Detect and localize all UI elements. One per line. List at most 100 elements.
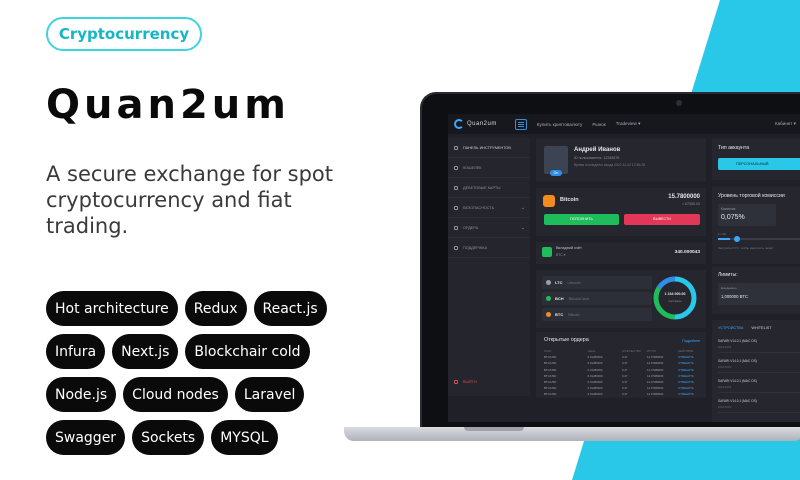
asset-row-bch[interactable]: BCH BitcoinCash [542,292,652,305]
table-cell: 14.07380000 [646,361,664,366]
menu-toggle-icon[interactable] [514,118,527,130]
cabinet-dropdown[interactable]: Кабинет ▾ [775,121,796,127]
laptop-notch [464,427,524,431]
column-header: ЦЕНА [587,349,596,354]
deposit-button[interactable]: ПОПОЛНИТЬ [544,214,619,225]
table-cell: 14.07380000 [646,392,664,397]
cancel-order-button[interactable]: ОТМЕНИТЬ [678,380,700,384]
tab-devices[interactable]: УСТРОЙСТВА [718,326,743,330]
savings-icon [542,247,552,257]
devices-card: УСТРОЙСТВА WHITELIST SAFARI V14.0.1 (MAC… [712,320,800,422]
sidebar-item-wallet[interactable]: КОШЕЛЁК [448,158,530,178]
tech-tag-row: Node.js Cloud nodes Laravel [46,377,346,412]
asset-code: BCH [555,296,564,301]
account-type-button[interactable]: ПЕРСОНАЛЬНЫЙ [718,158,800,170]
limits-card: Лимиты: Ежедневно 1,000000 BTC [712,266,800,314]
cancel-order-button[interactable]: ОТМЕНИТЬ [678,386,700,390]
cancel-order-button[interactable]: ОТМЕНИТЬ [678,392,700,396]
coin-selector[interactable]: Bitcoin [560,197,579,203]
fee-level-slider-handle[interactable] [734,236,740,242]
table-cell: 0.47 [621,355,628,360]
bitcoincash-icon [546,296,551,301]
cancel-order-button[interactable]: ОТМЕНИТЬ [678,374,700,378]
logout-label: ВЫЙТИ [463,380,477,384]
app-sidebar: ПАНЕЛЬ ИНСТРУМЕНТОВ КОШЕЛЁК ДЕБЕТОВЫЕ КА… [448,138,530,396]
app-logo[interactable]: Quan2um [454,119,497,129]
limits-value: 1,000000 BTC [721,294,749,299]
fee-label: Комиссия [721,207,736,211]
withdraw-button[interactable]: ВЫВЕСТИ [624,214,700,225]
sidebar-item-label: КОШЕЛЁК [463,165,482,170]
sidebar-item-debit-cards[interactable]: ДЕБЕТОВЫЕ КАРТЫ [448,178,530,198]
donut-chart [653,276,697,320]
tech-tag-row: Swagger Sockets MYSQL [46,420,346,455]
device-name: SAFARI V14.0.1 (MAC OS) [718,359,757,363]
wallet-icon [454,165,458,170]
table-cell: 0.47 [621,361,628,366]
savings-currency-select[interactable]: BTC ▾ [556,253,565,257]
online-status-badge: On [550,170,562,176]
tab-whitelist[interactable]: WHITELIST [751,326,771,330]
sidebar-item-security[interactable]: БЕЗОПАСНОСТЬ ⌄ [448,198,530,218]
asset-name: Litecoin [567,280,581,285]
sidebar-item-orders[interactable]: ОРДЕРА ⌄ [448,218,530,238]
sidebar-item-label: ДЕБЕТОВЫЕ КАРТЫ [463,185,501,190]
limits-title: Лимиты: [718,272,738,278]
sidebar-item-dashboard[interactable]: ПАНЕЛЬ ИНСТРУМЕНТОВ [448,138,530,158]
table-cell: 0.01280000 [587,386,603,391]
tech-tag: Blockchair cold [185,334,310,369]
device-name: SAFARI V14.0.1 (MAC OS) [718,339,757,343]
orders-title: Открытые ордера [544,337,589,343]
app-topbar: Quan2um Купить криптовалюту Рынок Tradev… [448,114,800,134]
nav-market[interactable]: Рынок [592,122,605,127]
coin-fiat-value: ≈ 67350.00 [682,202,700,206]
sidebar-item-support[interactable]: ПОДДЕРЖКА [448,238,530,258]
table-cell: BTC/USD [544,355,557,360]
tech-tag-row: Hot architecture Redux React.js [46,291,346,326]
tech-tag: MYSQL [211,420,278,455]
cancel-order-button[interactable]: ОТМЕНИТЬ [678,368,700,372]
fee-note: Загрузите KYC, чтобы увеличить лимит [718,246,774,250]
account-type-card: Тип аккаунта ПЕРСОНАЛЬНЫЙ [712,138,800,180]
table-cell: BTC/USD [544,392,557,397]
exchange-dashboard: Quan2um Купить криптовалюту Рынок Tradev… [448,114,800,422]
logout-button[interactable]: ВЫЙТИ [454,380,477,384]
account-type-title: Тип аккаунта [718,145,750,151]
table-cell: 0.01280000 [587,380,603,385]
asset-row-btc[interactable]: BTC Bitcoin [542,308,652,321]
nav-tradeview[interactable]: Tradeview ▾ [616,121,641,127]
fee-level-range: 1 / 10 [718,232,726,236]
shield-icon [454,205,458,210]
brand-title: Quan2um [46,82,290,128]
cancel-order-button[interactable]: ОТМЕНИТЬ [678,355,700,359]
tech-tag-list: Hot architecture Redux React.js Infura N… [46,291,346,463]
table-cell: BTC/USD [544,367,557,372]
table-cell: 14.07380000 [646,355,664,360]
fee-box: Комиссия 0,075% [718,204,776,226]
category-badge: Cryptocurrency [46,17,202,51]
chevron-down-icon: ⌄ [520,224,525,231]
bitcoin-icon [543,195,555,207]
tech-tag: Infura [46,334,106,369]
profile-name: Андрей Иванов [574,147,621,153]
nav-buy-crypto[interactable]: Купить криптовалюту [537,122,582,127]
device-ip: 0.0.0.0.0.0 [718,385,732,389]
cancel-order-button[interactable]: ОТМЕНИТЬ [678,361,700,365]
table-cell: 14.07380000 [646,373,664,378]
table-cell: 0.01280000 [587,373,603,378]
profile-last-login: Время последнего входа 2022.11.02 12:45:… [574,163,646,167]
column-header: ПАРА [544,349,552,354]
tech-tag: Laravel [234,377,305,412]
table-cell: 0.47 [621,386,628,391]
laptop-base [344,427,800,441]
asset-row-ltc[interactable]: LTC Litecoin [542,276,652,289]
table-cell: 0.01280000 [587,392,603,397]
table-row: BTC/USD 0.01280000 0.47 14.07380000 ОТМЕНИТЬ [544,391,700,397]
device-item: SAFARI V14.0.1 (MAC OS) 0.0.0.0.0.0 [718,376,800,393]
table-cell: 0.47 [621,373,628,378]
chevron-down-icon: ⌄ [520,204,525,211]
table-cell: 0.47 [621,367,628,372]
sidebar-item-label: ОРДЕРА [463,225,479,230]
orders-more-link[interactable]: Подробнее [682,339,700,343]
table-cell: BTC/USD [544,373,557,378]
